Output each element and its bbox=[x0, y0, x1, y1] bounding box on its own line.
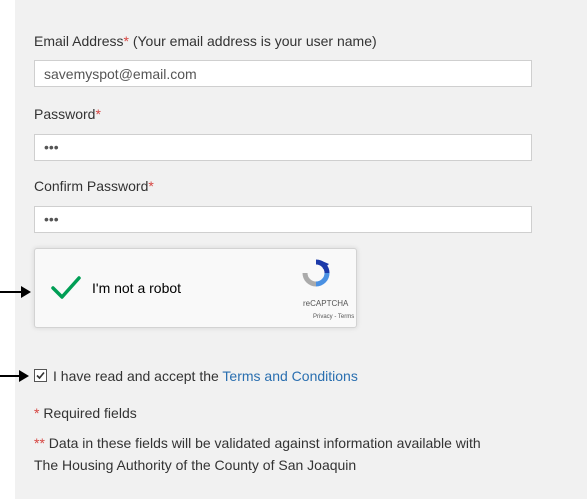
email-field[interactable] bbox=[34, 60, 532, 87]
validated-marker: ** bbox=[34, 435, 45, 451]
right-arrow-icon bbox=[0, 286, 31, 298]
required-text: Required fields bbox=[39, 405, 137, 421]
terms-row: I have read and accept the Terms and Con… bbox=[34, 368, 358, 384]
terms-prefix: I have read and accept the bbox=[53, 368, 223, 384]
required-star: * bbox=[95, 106, 101, 122]
right-arrow-icon bbox=[0, 370, 29, 382]
green-checkmark-icon[interactable] bbox=[51, 276, 81, 300]
password-label: Password* bbox=[34, 106, 101, 122]
confirm-password-mask: ••• bbox=[44, 211, 59, 227]
recaptcha-logo-icon bbox=[302, 259, 330, 287]
email-label-text: Email Address bbox=[34, 33, 124, 49]
validated-text-line1: Data in these fields will be validated a… bbox=[44, 435, 481, 451]
recaptcha-widget: I'm not a robot reCAPTCHA Privacy - Term… bbox=[34, 248, 357, 328]
password-mask: ••• bbox=[44, 139, 59, 155]
password-field[interactable]: ••• bbox=[34, 134, 532, 161]
required-star: * bbox=[148, 178, 154, 194]
confirm-password-field[interactable]: ••• bbox=[34, 206, 532, 233]
terms-checkbox[interactable] bbox=[34, 369, 47, 382]
required-fields-note: * Required fields bbox=[34, 405, 137, 421]
confirm-password-label: Confirm Password* bbox=[34, 178, 154, 194]
terms-link[interactable]: Terms and Conditions bbox=[222, 368, 357, 384]
checkmark-icon bbox=[36, 371, 45, 380]
confirm-password-label-text: Confirm Password bbox=[34, 178, 149, 194]
validated-fields-note-line2: The Housing Authority of the County of S… bbox=[34, 457, 356, 473]
not-a-robot-label: I'm not a robot bbox=[92, 280, 182, 296]
validated-fields-note: ** Data in these fields will be validate… bbox=[34, 435, 481, 451]
privacy-terms-links[interactable]: Privacy - Terms bbox=[313, 314, 354, 320]
email-label: Email Address* (Your email address is yo… bbox=[34, 33, 377, 49]
email-hint: (Your email address is your user name) bbox=[128, 33, 377, 49]
validated-text-line2: The Housing Authority of the County of S… bbox=[34, 457, 357, 473]
password-label-text: Password bbox=[34, 106, 96, 122]
recaptcha-brand: reCAPTCHA bbox=[303, 299, 349, 308]
